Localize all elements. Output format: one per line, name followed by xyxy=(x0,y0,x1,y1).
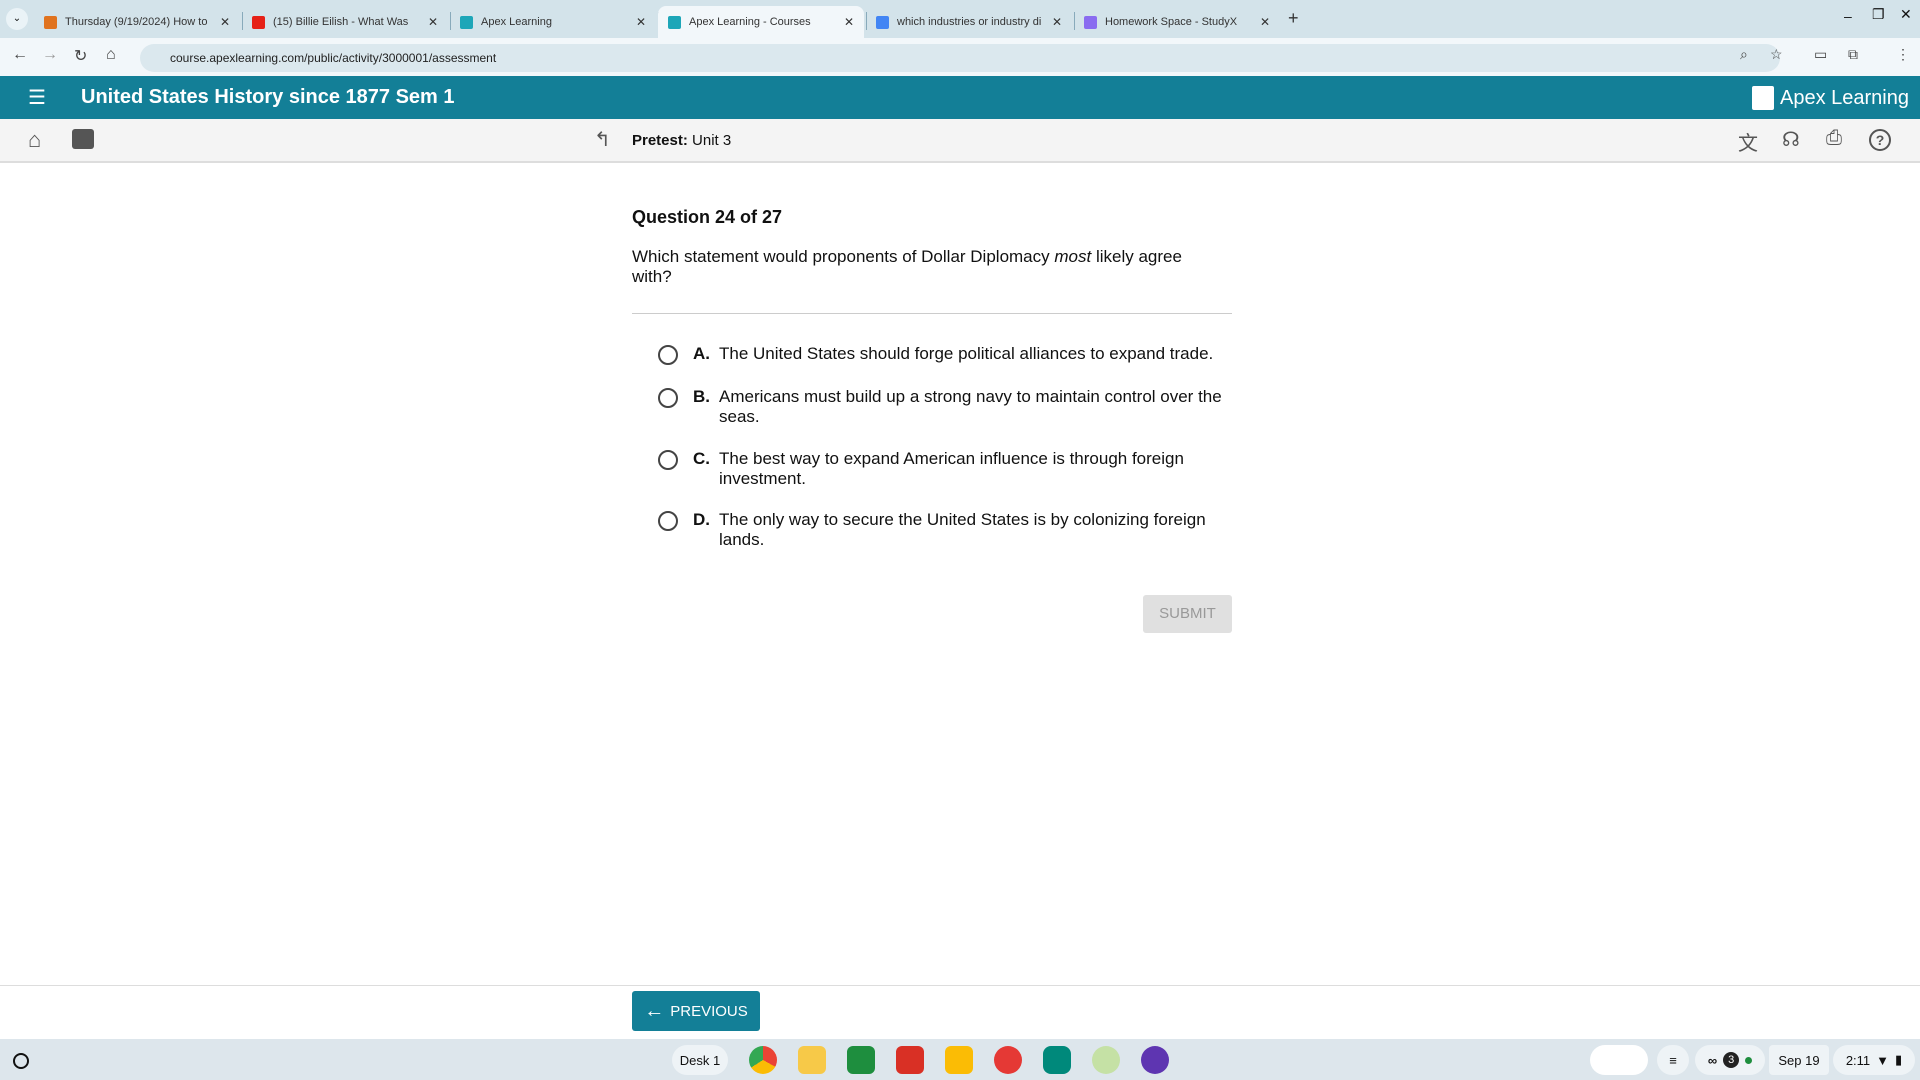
course-title: United States History since 1877 Sem 1 xyxy=(81,86,455,108)
bookmark-star-icon[interactable]: ☆ xyxy=(1770,46,1783,63)
favicon-icon xyxy=(460,15,473,29)
submit-button[interactable]: SUBMIT xyxy=(1143,595,1232,633)
course-header: ☰ United States History since 1877 Sem 1… xyxy=(0,76,1920,119)
app-icon[interactable] xyxy=(945,1046,973,1074)
footer xyxy=(0,985,1920,1039)
media-controls-icon[interactable]: ≡ xyxy=(1657,1045,1689,1075)
app-icon[interactable] xyxy=(1043,1046,1071,1074)
wifi-icon: ▼ xyxy=(1876,1052,1890,1068)
zoom-icon[interactable]: ⌕ xyxy=(1740,46,1748,63)
read-aloud-icon[interactable]: ☊ xyxy=(1782,127,1800,152)
divider xyxy=(632,313,1232,314)
option-radio[interactable] xyxy=(658,388,678,408)
pretest-label: Pretest: xyxy=(632,132,688,149)
browser-tab[interactable]: Homework Space - StudyX ✕ xyxy=(1074,6,1280,38)
close-tab-icon[interactable]: ✕ xyxy=(844,15,854,29)
print-icon[interactable]: ⎙ xyxy=(1826,127,1842,150)
url-input[interactable]: course.apexlearning.com/public/activity/… xyxy=(140,44,1780,72)
browser-tab[interactable]: (15) Billie Eilish - What Was ✕ xyxy=(242,6,448,38)
browser-tab[interactable]: which industries or industry di ✕ xyxy=(866,6,1072,38)
previous-button[interactable]: ← PREVIOUS xyxy=(632,991,760,1031)
menu-list-icon[interactable]: ☰ xyxy=(28,85,46,110)
pretest-unit: Unit 3 xyxy=(692,132,732,149)
app-icon[interactable] xyxy=(896,1046,924,1074)
classroom-app-icon[interactable] xyxy=(847,1046,875,1074)
close-tab-icon[interactable]: ✕ xyxy=(1260,15,1270,29)
infinity-icon: ∞ xyxy=(1707,1052,1718,1068)
browser-tab[interactable]: Thursday (9/19/2024) How to ✕ xyxy=(34,6,240,38)
system-tray[interactable]: 2:11 ▼ ▮ xyxy=(1833,1045,1915,1075)
close-tab-icon[interactable]: ✕ xyxy=(1052,15,1062,29)
option-radio[interactable] xyxy=(658,450,678,470)
tab-strip: ⌄ Thursday (9/19/2024) How to ✕ (15) Billi… xyxy=(0,0,1920,38)
favicon-icon xyxy=(668,15,681,29)
firefox-app-icon[interactable] xyxy=(1141,1046,1169,1074)
forward-icon[interactable]: → xyxy=(42,46,58,64)
close-tab-icon[interactable]: ✕ xyxy=(636,15,646,29)
apex-logo: Apex Learning xyxy=(1752,86,1909,110)
battery-icon: ▮ xyxy=(1895,1052,1903,1067)
help-icon[interactable]: ? xyxy=(1869,129,1891,151)
option-label[interactable]: D. The only way to secure the United Stat… xyxy=(693,510,1233,550)
back-icon[interactable]: ← xyxy=(12,46,28,64)
favicon-icon xyxy=(876,15,889,29)
up-arrow-icon[interactable]: ↰ xyxy=(594,127,611,152)
briefcase-icon[interactable] xyxy=(72,129,94,149)
arrow-left-icon: ← xyxy=(644,999,665,1022)
favicon-icon xyxy=(44,15,57,29)
apex-logo-icon xyxy=(1752,86,1774,110)
app-icon[interactable] xyxy=(1092,1046,1120,1074)
extensions-icon[interactable]: ⧉ xyxy=(1848,46,1858,63)
restore-button[interactable]: ❐ xyxy=(1872,6,1885,23)
close-tab-icon[interactable]: ✕ xyxy=(428,15,438,29)
option-label[interactable]: C. The best way to expand American influe… xyxy=(693,449,1233,489)
question-text: Which statement would proponents of Doll… xyxy=(632,247,1182,286)
browser-tab[interactable]: Apex Learning ✕ xyxy=(450,6,656,38)
tab-search-button[interactable]: ⌄ xyxy=(6,8,28,30)
launcher-icon[interactable] xyxy=(13,1053,29,1069)
home-icon[interactable]: ⌂ xyxy=(28,127,41,153)
cast-icon[interactable]: ▭ xyxy=(1814,46,1827,63)
notifications-tray[interactable]: ∞ 3 xyxy=(1695,1045,1765,1075)
favicon-icon xyxy=(1084,15,1097,29)
new-tab-button[interactable]: + xyxy=(1288,8,1299,29)
chrome-app-icon[interactable] xyxy=(749,1046,777,1074)
translate-icon[interactable]: 文 xyxy=(1738,127,1758,156)
menu-icon[interactable]: ⋮ xyxy=(1896,46,1910,63)
date-display[interactable]: Sep 19 xyxy=(1769,1045,1829,1075)
option-radio[interactable] xyxy=(658,511,678,531)
browser-tab[interactable]: Apex Learning - Courses ✕ xyxy=(658,6,864,38)
close-window-button[interactable]: ✕ xyxy=(1900,6,1912,23)
app-icon[interactable] xyxy=(798,1046,826,1074)
minimize-button[interactable]: – xyxy=(1844,8,1852,24)
app-icon[interactable] xyxy=(994,1046,1022,1074)
home-icon[interactable]: ⌂ xyxy=(106,46,116,64)
activity-toolbar: ⌂ ↰ Pretest: Unit 3 文 ☊ ⎙ ? xyxy=(0,119,1920,163)
reload-icon[interactable]: ↻ xyxy=(74,46,87,66)
screenshot-thumbnail[interactable] xyxy=(1590,1045,1648,1075)
status-dot-icon xyxy=(1745,1056,1753,1064)
desk-button[interactable]: Desk 1 xyxy=(672,1045,728,1075)
favicon-icon xyxy=(252,15,265,29)
option-label[interactable]: A. The United States should forge politic… xyxy=(693,344,1233,364)
close-tab-icon[interactable]: ✕ xyxy=(220,15,230,29)
option-radio[interactable] xyxy=(658,345,678,365)
question-counter: Question 24 of 27 xyxy=(632,207,783,227)
option-label[interactable]: B. Americans must build up a strong navy … xyxy=(693,387,1233,427)
